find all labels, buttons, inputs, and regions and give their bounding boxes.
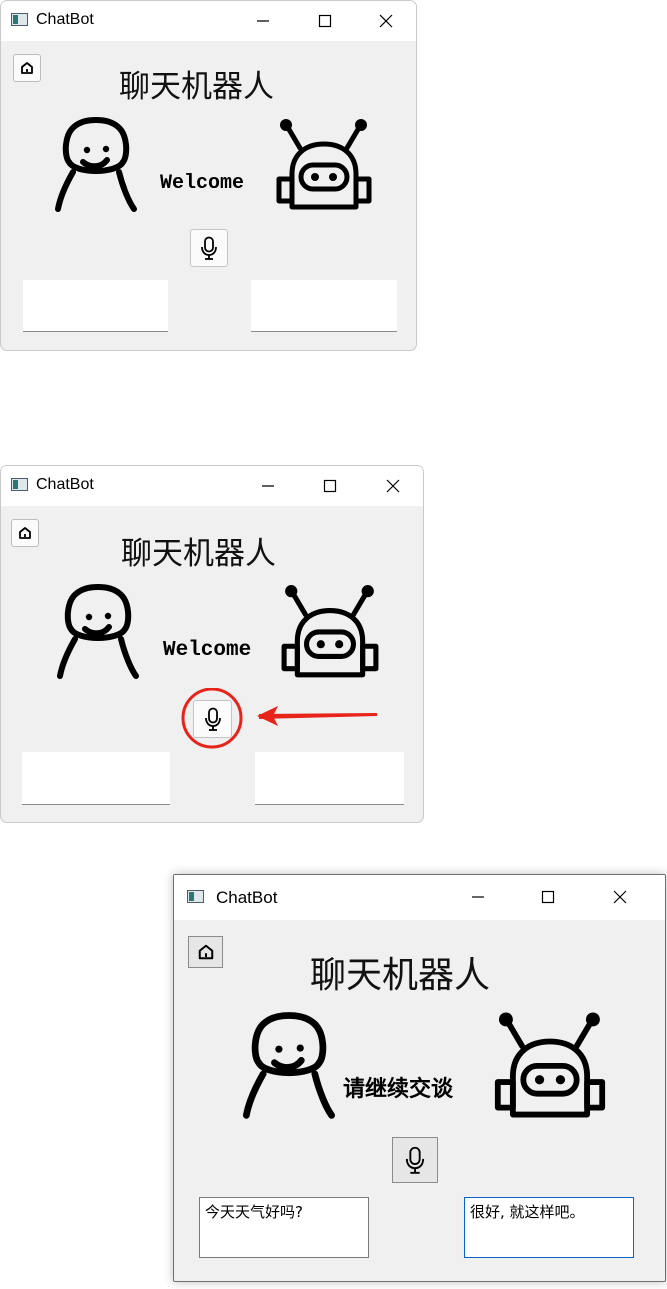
home-icon [21,62,33,74]
highlight-circle [181,688,243,749]
minimize-icon [257,20,269,22]
close-button[interactable] [364,1,408,41]
robot-icon [281,585,379,678]
chatbot-window-1: ChatBot 聊天机器人 Welcome [0,0,417,351]
mic-button[interactable] [392,1137,438,1183]
user-message-field[interactable] [22,752,170,805]
microphone-icon [201,236,217,260]
title-bar[interactable]: ChatBot [1,1,416,41]
title-bar[interactable]: ChatBot [1,466,423,506]
home-icon [198,944,214,960]
home-button[interactable] [188,936,223,968]
window-title: ChatBot [216,888,278,907]
app-heading: 聊天机器人 [119,69,274,105]
maximize-icon [323,479,337,493]
pointer-arrow [259,713,377,719]
user-message-field[interactable] [23,280,168,332]
close-icon [613,890,627,904]
chatbot-window-2: ChatBot 聊天机器人 Welcome [0,465,424,823]
maximize-icon [318,14,332,28]
status-text: 请继续交谈 [343,1077,454,1102]
app-icon [11,478,28,491]
maximize-button[interactable] [303,1,347,41]
app-icon [11,13,28,26]
app-icon [187,890,204,903]
maximize-button[interactable] [308,466,352,506]
home-button[interactable] [13,54,41,82]
status-text: Welcome [160,172,245,195]
close-button[interactable] [371,466,415,506]
status-text: Welcome [163,639,252,662]
close-icon [386,479,400,493]
app-heading: 聊天机器人 [310,955,491,996]
maximize-icon [541,890,555,904]
title-bar[interactable]: ChatBot [174,875,665,920]
minimize-icon [262,485,274,487]
app-heading: 聊天机器人 [121,536,276,572]
close-icon [379,14,393,28]
robot-icon [494,1012,606,1118]
minimize-button[interactable] [246,466,290,506]
person-icon [57,584,139,679]
window-title: ChatBot [36,11,94,28]
minimize-button[interactable] [456,877,500,917]
maximize-button[interactable] [526,877,570,917]
person-icon [242,1012,336,1119]
home-button[interactable] [11,519,39,547]
bot-reply-field[interactable] [255,752,404,805]
minimize-icon [472,896,484,898]
bot-reply-field[interactable] [251,280,397,332]
home-icon [19,527,31,539]
robot-icon [276,119,372,210]
minimize-button[interactable] [241,1,285,41]
close-button[interactable] [598,877,642,917]
bot-reply-field[interactable]: 很好, 就这样吧。 [464,1197,634,1258]
user-message-field[interactable]: 今天天气好吗? [199,1197,369,1258]
person-icon [55,117,137,212]
mic-button[interactable] [190,229,228,267]
annotation-overlay [181,688,377,749]
window-title: ChatBot [36,476,94,493]
microphone-icon [405,1146,425,1174]
chatbot-window-3: ChatBot 聊天机器人 请继续交谈 今天天气好吗? 很好, 就这样吧。 [173,874,666,1282]
